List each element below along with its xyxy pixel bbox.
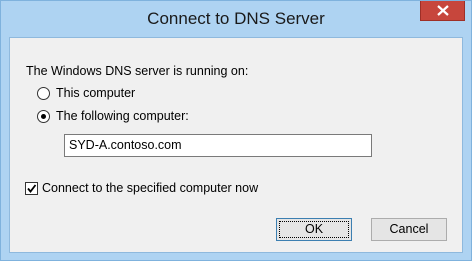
connect-dns-dialog: Connect to DNS Server The Windows DNS se… (0, 0, 472, 261)
computer-name-input[interactable]: SYD-A.contoso.com (64, 134, 372, 157)
connect-now-label[interactable]: Connect to the specified computer now (42, 181, 258, 195)
title-bar[interactable]: Connect to DNS Server (1, 1, 471, 37)
cancel-button-label: Cancel (389, 222, 429, 236)
following-computer-radio[interactable] (37, 110, 50, 123)
this-computer-label[interactable]: This computer (56, 86, 135, 100)
dialog-body: The Windows DNS server is running on: Th… (9, 37, 463, 253)
following-computer-label[interactable]: The following computer: (56, 109, 189, 123)
server-location-prompt: The Windows DNS server is running on: (26, 64, 249, 78)
focus-rectangle (279, 221, 349, 238)
checkmark-icon (27, 184, 37, 193)
dialog-title: Connect to DNS Server (147, 9, 325, 28)
radio-selected-dot (41, 114, 46, 119)
ok-button[interactable]: OK (276, 218, 352, 241)
close-button[interactable] (420, 1, 465, 21)
connect-now-checkbox[interactable] (25, 182, 38, 195)
close-icon (437, 5, 449, 16)
this-computer-radio[interactable] (37, 87, 50, 100)
cancel-button[interactable]: Cancel (371, 218, 447, 241)
